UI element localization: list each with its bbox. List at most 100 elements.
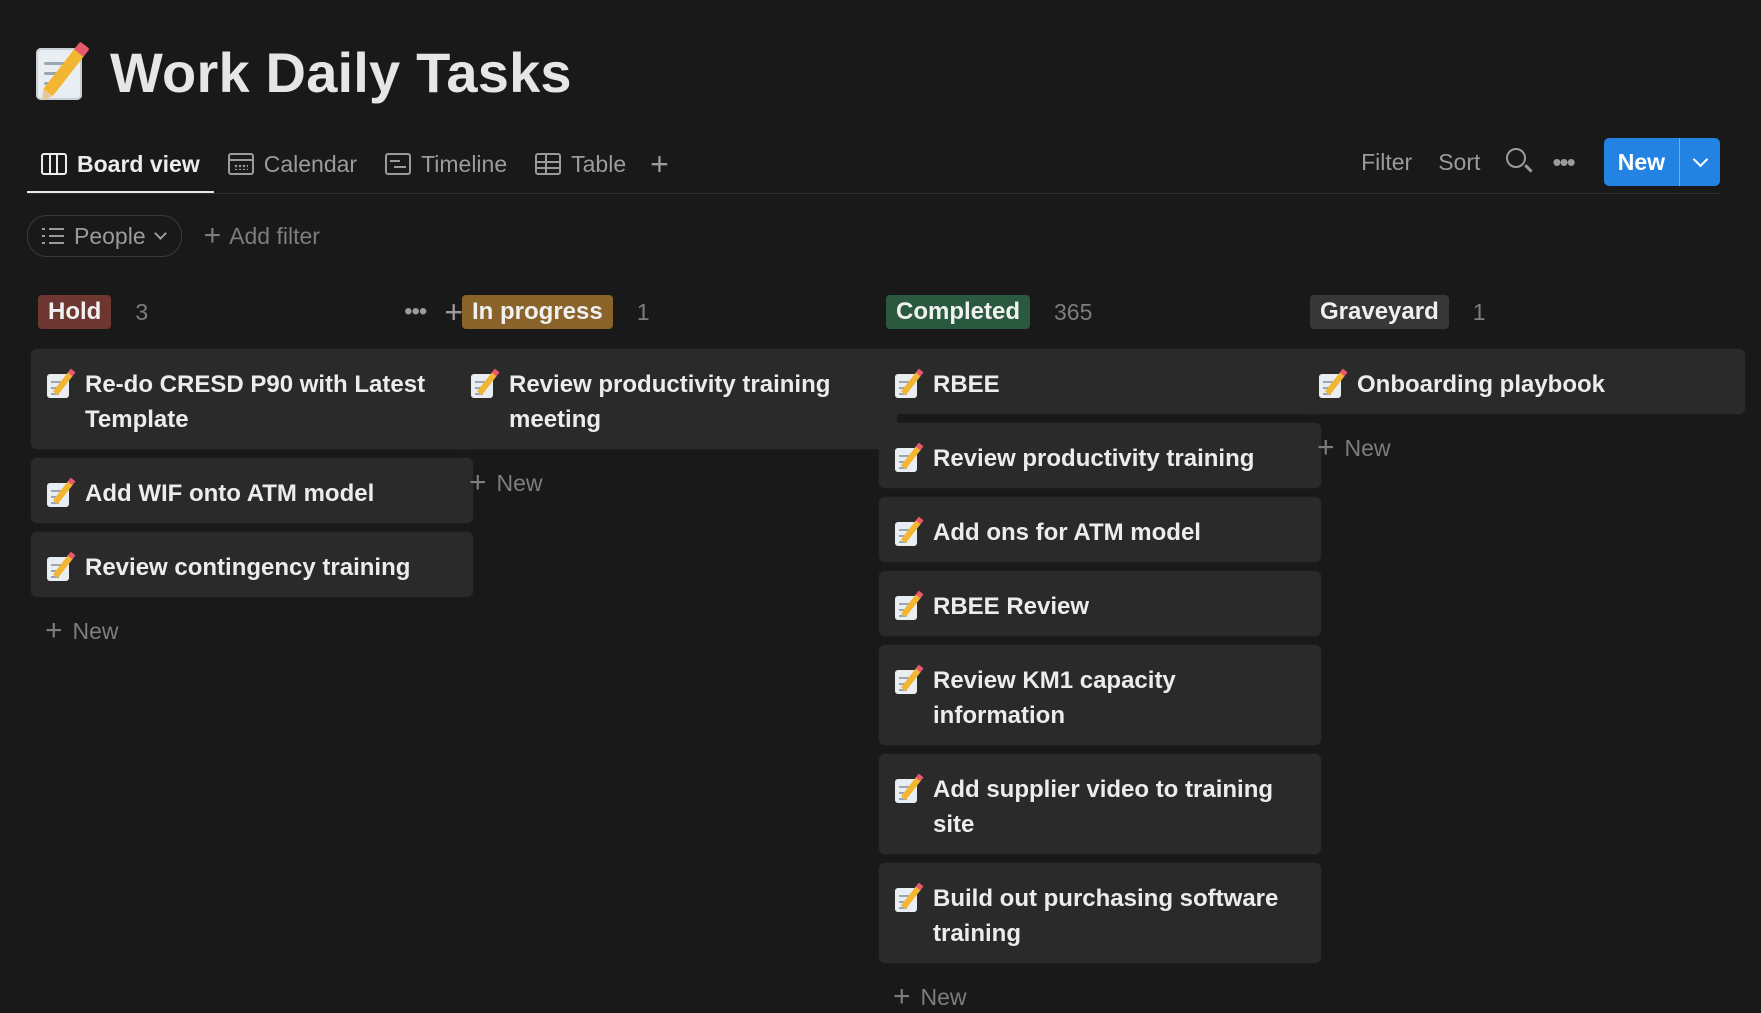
task-title: Re-do CRESD P90 with Latest Template: [85, 371, 426, 433]
memo-icon: [895, 519, 922, 547]
filter-row: People + Add filter: [27, 215, 320, 257]
column-count: 365: [1054, 298, 1093, 325]
tab-board-view[interactable]: Board view: [27, 134, 214, 194]
add-new-card-button[interactable]: + New: [31, 606, 473, 646]
board-icon: [41, 153, 67, 175]
memo-icon: [895, 371, 922, 399]
memo-icon: [895, 593, 922, 621]
task-card[interactable]: Add supplier video to training site: [879, 754, 1321, 854]
search-button[interactable]: [1506, 147, 1527, 175]
memo-icon: [47, 480, 74, 508]
plus-icon: +: [203, 219, 222, 252]
memo-icon: [471, 371, 498, 399]
new-dropdown-button[interactable]: [1679, 138, 1720, 186]
task-card[interactable]: Review contingency training: [31, 532, 473, 597]
add-filter-button[interactable]: + Add filter: [204, 221, 320, 251]
add-new-card-button[interactable]: + New: [879, 972, 1321, 1012]
task-title: Build out purchasing software training: [933, 885, 1279, 947]
tab-label: Board view: [77, 150, 200, 177]
memo-icon: [47, 371, 74, 399]
memo-icon: [895, 667, 922, 695]
status-tag[interactable]: Hold: [38, 295, 112, 329]
new-button[interactable]: New: [1604, 138, 1679, 186]
task-card[interactable]: Add WIF onto ATM model: [31, 458, 473, 523]
more-options-icon[interactable]: •••: [1552, 147, 1575, 178]
group-by-people-button[interactable]: People: [27, 215, 182, 257]
view-tabs: Board view Calendar Timeline Table +: [27, 134, 679, 194]
tab-calendar[interactable]: Calendar: [214, 134, 371, 194]
sort-button[interactable]: Sort: [1438, 149, 1480, 176]
view-toolbar: Filter Sort ••• New: [1335, 137, 1720, 187]
column-header: Graveyard 1: [1303, 292, 1745, 332]
task-title: Review productivity training: [933, 445, 1255, 472]
task-card[interactable]: Review productivity training meeting: [455, 349, 897, 449]
status-tag[interactable]: Completed: [886, 295, 1031, 329]
tab-label: Table: [571, 150, 627, 177]
status-tag[interactable]: In progress: [462, 295, 613, 329]
more-options-icon[interactable]: •••: [404, 298, 427, 326]
add-view-plus-icon[interactable]: +: [640, 134, 679, 194]
task-title: Add ons for ATM model: [933, 519, 1201, 546]
memo-icon: [895, 445, 922, 473]
task-card[interactable]: Review productivity training: [879, 423, 1321, 488]
memo-icon: [1319, 371, 1346, 399]
chevron-down-icon: [1692, 151, 1708, 168]
column-count: 1: [1472, 298, 1486, 325]
board-column-completed: Completed 365 RBEE Review productivity trai…: [879, 292, 1321, 1012]
add-filter-label: Add filter: [229, 222, 320, 249]
task-title: Review productivity training meeting: [509, 371, 831, 433]
table-icon: [535, 153, 562, 175]
filter-button[interactable]: Filter: [1361, 149, 1412, 176]
card-list: Re-do CRESD P90 with Latest Template Add …: [31, 349, 473, 597]
task-title: Review KM1 capacity information: [933, 667, 1176, 729]
search-icon: [1506, 147, 1527, 168]
column-count: 3: [135, 298, 149, 325]
board-column-in-progress: In progress 1 Review productivity training…: [455, 292, 897, 498]
tab-timeline[interactable]: Timeline: [371, 134, 521, 194]
task-title: RBEE: [933, 371, 1000, 398]
calendar-icon: [227, 153, 254, 175]
memo-icon: [47, 554, 74, 582]
task-title: Onboarding playbook: [1357, 371, 1606, 398]
plus-icon: +: [1317, 431, 1335, 464]
column-count: 1: [636, 298, 650, 325]
new-card-label: New: [72, 617, 119, 644]
column-header: Hold 3 ••• +: [31, 292, 473, 332]
plus-icon: +: [893, 980, 911, 1013]
board-column-hold: Hold 3 ••• + Re-do CRESD P90 with Latest Tem…: [31, 292, 473, 646]
timeline-icon: [385, 153, 412, 175]
card-list: Onboarding playbook: [1303, 349, 1745, 414]
task-card[interactable]: RBEE: [879, 349, 1321, 414]
task-title: Add supplier video to training site: [933, 776, 1274, 838]
tab-table[interactable]: Table: [521, 134, 640, 194]
new-card-label: New: [496, 469, 543, 496]
card-list: Review productivity training meeting: [455, 349, 897, 449]
memo-icon: [895, 885, 922, 913]
task-title: Review contingency training: [85, 554, 411, 581]
task-card[interactable]: Onboarding playbook: [1303, 349, 1745, 414]
add-new-card-button[interactable]: + New: [455, 458, 897, 498]
column-header: In progress 1: [455, 292, 897, 332]
card-list: RBEE Review productivity training Add ons …: [879, 349, 1321, 963]
plus-icon: +: [45, 614, 63, 647]
tabs-divider: [27, 193, 1720, 194]
new-button-group: New: [1603, 138, 1720, 186]
task-card[interactable]: RBEE Review: [879, 571, 1321, 636]
column-header: Completed 365: [879, 292, 1321, 332]
plus-icon: +: [469, 466, 487, 499]
memo-icon: [895, 776, 922, 804]
task-card[interactable]: Add ons for ATM model: [879, 497, 1321, 562]
memo-icon[interactable]: [32, 42, 94, 104]
group-by-label: People: [74, 222, 146, 249]
task-card[interactable]: Re-do CRESD P90 with Latest Template: [31, 349, 473, 449]
page-header: Work Daily Tasks: [32, 40, 572, 105]
chevron-down-icon: [153, 227, 167, 240]
new-card-label: New: [1344, 434, 1391, 461]
page-title[interactable]: Work Daily Tasks: [110, 40, 572, 105]
task-card[interactable]: Review KM1 capacity information: [879, 645, 1321, 745]
status-tag[interactable]: Graveyard: [1310, 295, 1449, 329]
new-card-label: New: [920, 983, 967, 1010]
task-title: RBEE Review: [933, 593, 1090, 620]
task-card[interactable]: Build out purchasing software training: [879, 863, 1321, 963]
add-new-card-button[interactable]: + New: [1303, 423, 1745, 463]
